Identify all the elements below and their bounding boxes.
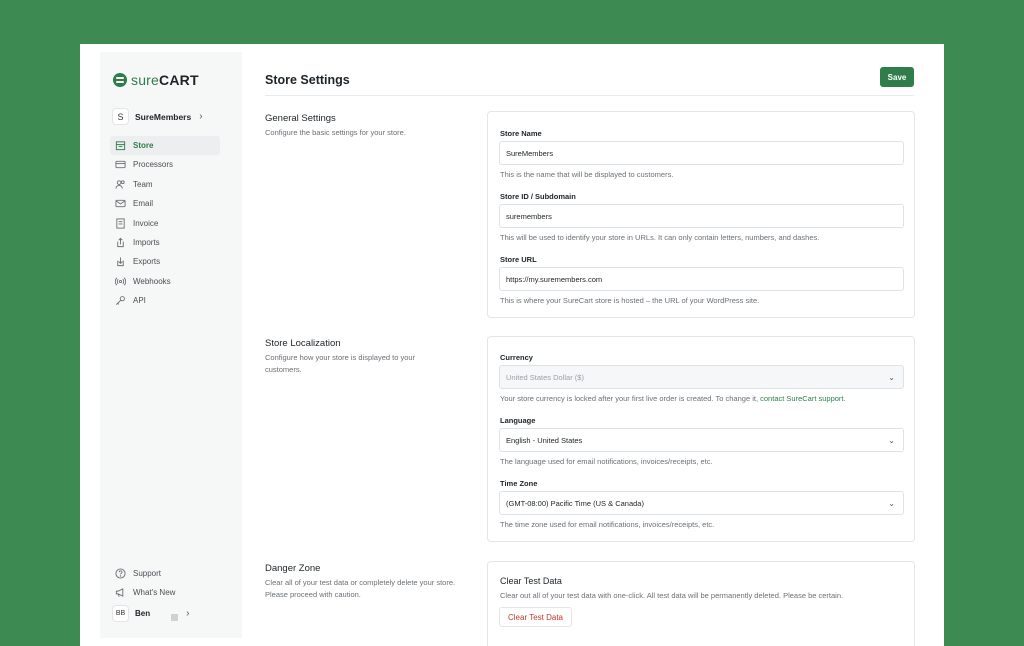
chevron-right-icon: › (199, 111, 203, 122)
megaphone-icon (115, 587, 126, 598)
section-desc-danger: Clear all of your test data or completel… (265, 578, 456, 599)
logo-text-sure: sure (131, 72, 160, 88)
broadcast-icon (115, 276, 126, 287)
upload-icon (115, 237, 126, 248)
sidebar-item-imports[interactable]: Imports (110, 233, 220, 252)
language-select[interactable]: English - United States ⌄ (499, 428, 904, 452)
contact-support-link[interactable]: contact SureCart support (760, 394, 843, 403)
download-icon (115, 256, 126, 267)
store-url-help: This is where your SureCart store is hos… (500, 296, 760, 305)
store-id-help: This will be used to identify your store… (500, 233, 820, 242)
currency-help: Your store currency is locked after your… (500, 394, 846, 403)
danger-zone-card: Clear Test Data Clear out all of your te… (487, 561, 915, 646)
language-help: The language used for email notification… (500, 457, 713, 466)
currency-label: Currency (500, 353, 533, 362)
sidebar-item-whats-new[interactable]: What's New (110, 583, 220, 602)
store-url-input[interactable] (499, 267, 904, 291)
timezone-value: (GMT-08:00) Pacific Time (US & Canada) (506, 498, 644, 508)
section-desc-general: Configure the basic settings for your st… (265, 128, 406, 137)
clear-test-data-desc: Clear out all of your test data with one… (500, 591, 844, 600)
chevron-down-icon: ⌄ (888, 372, 895, 382)
section-title-localization: Store Localization (265, 338, 341, 349)
key-icon (115, 295, 126, 306)
sidebar-item-store[interactable]: Store (110, 136, 220, 155)
currency-select: United States Dollar ($) ⌄ (499, 365, 904, 389)
chevron-right-icon: › (186, 608, 190, 619)
chevron-down-icon: ⌄ (888, 435, 895, 445)
sidebar-item-team[interactable]: Team (110, 175, 220, 194)
sidebar-item-label: Support (133, 569, 162, 578)
sidebar-bottom-nav: Support What's New (110, 564, 220, 603)
user-menu[interactable]: BB Ben › (112, 605, 189, 622)
store-name-input[interactable] (499, 141, 904, 165)
language-value: English - United States (506, 435, 583, 445)
general-settings-card: Store Name This is the name that will be… (487, 111, 915, 318)
sidebar: sureCART S SureMembers › Store Processor… (100, 52, 242, 638)
logo: sureCART (113, 72, 199, 88)
sidebar-item-webhooks[interactable]: Webhooks (110, 272, 220, 291)
user-name: Ben (135, 609, 151, 618)
store-url-label: Store URL (500, 255, 537, 264)
sidebar-item-support[interactable]: Support (110, 564, 220, 583)
store-name-label: Store Name (500, 129, 542, 138)
store-switcher[interactable]: S SureMembers › (112, 108, 203, 125)
sidebar-item-label: Email (133, 199, 154, 209)
currency-value: United States Dollar ($) (506, 372, 584, 382)
app-window: sureCART S SureMembers › Store Processor… (80, 44, 944, 646)
sidebar-item-invoice[interactable]: Invoice (110, 214, 220, 233)
timezone-help: The time zone used for email notificatio… (500, 520, 715, 529)
sidebar-item-label: Processors (133, 160, 174, 170)
chevron-down-icon: ⌄ (888, 498, 895, 508)
logo-text-cart: CART (159, 72, 199, 88)
sidebar-item-label: API (133, 296, 146, 306)
language-label: Language (500, 416, 536, 425)
store-id-label: Store ID / Subdomain (500, 192, 576, 201)
store-id-input[interactable] (499, 204, 904, 228)
divider (265, 95, 914, 96)
sidebar-item-label: Imports (133, 237, 160, 247)
sidebar-item-email[interactable]: Email (110, 194, 220, 213)
sidebar-item-label: Exports (133, 257, 161, 267)
section-title-general: General Settings (265, 113, 336, 124)
avatar: BB (112, 605, 129, 622)
sidebar-item-label: What's New (133, 588, 176, 598)
sidebar-nav: Store Processors Team Email Invoice Impo… (110, 136, 220, 311)
surecart-logo-icon (113, 73, 127, 87)
section-desc-localization: Configure how your store is displayed to… (265, 353, 416, 374)
store-icon (115, 140, 126, 151)
help-circle-icon (115, 568, 126, 579)
sidebar-item-label: Team (133, 179, 153, 189)
sidebar-item-exports[interactable]: Exports (110, 252, 220, 271)
sidebar-item-processors[interactable]: Processors (110, 155, 220, 174)
localization-card: Currency United States Dollar ($) ⌄ Your… (487, 336, 915, 542)
clear-test-data-button[interactable]: Clear Test Data (499, 607, 572, 627)
sidebar-item-label: Store (133, 141, 154, 150)
section-title-danger: Danger Zone (265, 563, 321, 574)
user-status-indicator (171, 614, 179, 621)
invoice-icon (115, 218, 126, 229)
store-name-help: This is the name that will be displayed … (500, 170, 674, 179)
save-button[interactable]: Save (880, 67, 914, 87)
page-title: Store Settings (265, 73, 350, 87)
credit-card-icon (115, 159, 126, 170)
clear-test-data-title: Clear Test Data (500, 576, 562, 586)
sidebar-item-label: Webhooks (133, 276, 171, 286)
users-icon (115, 179, 126, 190)
timezone-label: Time Zone (500, 479, 538, 488)
timezone-select[interactable]: (GMT-08:00) Pacific Time (US & Canada) ⌄ (499, 491, 904, 515)
sidebar-item-api[interactable]: API (110, 291, 220, 310)
mail-icon (115, 198, 126, 209)
store-avatar: S (112, 108, 129, 125)
main-content: Store Settings Save General Settings Con… (265, 44, 915, 646)
store-switcher-name: SureMembers (135, 111, 192, 122)
sidebar-item-label: Invoice (133, 218, 159, 228)
